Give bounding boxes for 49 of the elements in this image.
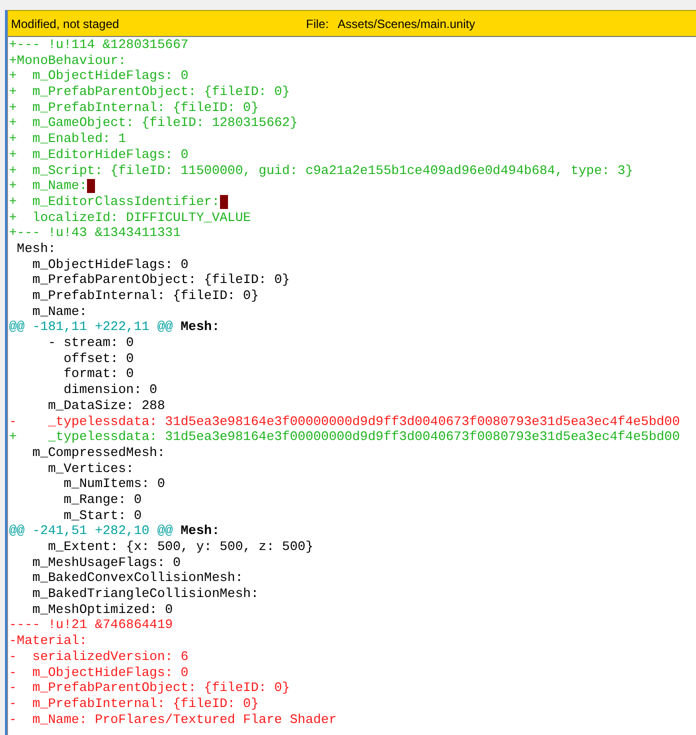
diff-line: + m_EditorHideFlags: 0	[9, 146, 188, 163]
hunk-section: Mesh:	[180, 523, 220, 540]
diff-line: + m_ObjectHideFlags: 0	[9, 68, 188, 84]
diff-line: - stream: 0	[47, 335, 134, 351]
diff-line: +--- !u!43 &1343411331	[9, 225, 181, 241]
diff-line: m_NumItems: 0	[62, 476, 166, 492]
diff-line: m_BakedTriangleCollisionMesh:	[31, 586, 259, 602]
hunk-header: @@ -241,51 +282,10 @@	[9, 523, 173, 540]
diff-line: offset: 0	[62, 350, 134, 366]
diff-line: m_CompressedMesh:	[31, 444, 166, 461]
diff-line: m_Extent: {x: 500, y: 500, z: 500}	[47, 539, 314, 555]
diff-line: m_Start: 0	[62, 508, 142, 524]
diff-line: + m_Name:	[9, 178, 88, 194]
diff-line: m_MeshOptimized: 0	[31, 602, 173, 618]
diff-line: ---- !u!21 &746864419	[9, 617, 173, 634]
diff-line: + m_PrefabParentObject: {fileID: 0}	[9, 84, 290, 100]
diff-line: m_MeshUsageFlags: 0	[31, 554, 181, 570]
diff-line: + localizeId: DIFFICULTY_VALUE	[9, 210, 251, 226]
diff-line: m_PrefabInternal: {fileID: 0}	[31, 288, 259, 304]
diff-line: + m_Script: {fileID: 11500000, guid: c9a21a2e155b1ce409ad96e0d494b684, type: 3}	[9, 162, 634, 178]
status-label: Modified, not staged	[11, 16, 120, 30]
diff-line: + m_PrefabInternal: {fileID: 0}	[9, 100, 259, 116]
diff-line: + m_EditorClassIdentifier:	[9, 194, 220, 210]
file-path: Assets/Scenes/main.unity	[338, 16, 476, 30]
diff-line: - m_Name: ProFlares/Textured Flare Shader	[9, 712, 337, 728]
diff-line: +MonoBehaviour:	[9, 52, 126, 68]
hunk-header: @@ -181,11 +222,11 @@	[9, 319, 173, 336]
diff-line: m_ObjectHideFlags: 0	[31, 256, 188, 272]
diff-line: dimension: 0	[62, 382, 158, 398]
diff-line: m_BakedConvexCollisionMesh:	[31, 570, 244, 586]
diff-line: + _typelessdata: 31d5ea3e98164e3f00000000d9d9ff3d0040673f0080793e31d5ea3ec4f4e5bd00	[9, 429, 680, 445]
diff-line: - serializedVersion: 6	[9, 648, 188, 665]
diff-line: +--- !u!114 &1280315667	[9, 37, 188, 53]
diff-line: - _typelessdata: 31d5ea3e98164e3f00000000d9d9ff3d0040673f0080793e31d5ea3ec4f4e5bd00	[9, 414, 680, 430]
diff-line: m_Range: 0	[62, 492, 142, 508]
diff-line: format: 0	[62, 366, 134, 382]
diff-line: - m_PrefabInternal: {fileID: 0}	[9, 696, 259, 712]
diff-line: m_PrefabParentObject: {fileID: 0}	[31, 272, 290, 288]
diff-line: + m_Enabled: 1	[9, 131, 126, 147]
diff-line: - m_PrefabParentObject: {fileID: 0}	[9, 680, 290, 696]
hunk-section: Mesh:	[180, 319, 220, 336]
diff-line: + m_GameObject: {fileID: 1280315662}	[9, 115, 298, 132]
file-label: File:	[306, 16, 329, 30]
diff-line: -Material:	[9, 633, 88, 649]
diff-line: - m_ObjectHideFlags: 0	[9, 664, 188, 680]
diff-line: m_Vertices:	[47, 460, 134, 476]
diff-line: Mesh:	[16, 240, 56, 257]
diff-line: m_DataSize: 288	[47, 398, 166, 414]
diff-line: m_Name:	[31, 304, 88, 320]
